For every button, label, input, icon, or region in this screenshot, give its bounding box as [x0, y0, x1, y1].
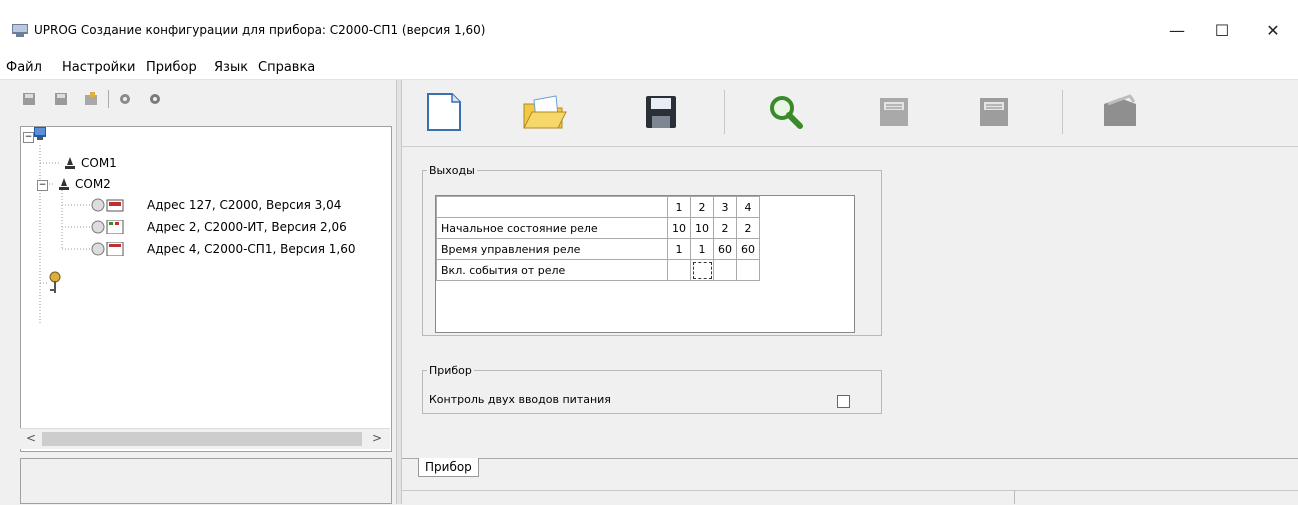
device-legend: Прибор — [429, 364, 472, 377]
gear-add-icon[interactable] — [118, 92, 132, 106]
scroll-right-arrow-icon[interactable]: > — [372, 431, 382, 445]
tree-item-com1[interactable]: COM1 — [81, 156, 117, 170]
tree-lines — [39, 145, 91, 323]
tree-item-device-127[interactable]: Адрес 127, С2000, Версия 3,04 — [147, 198, 341, 212]
table-header-row: 1 2 3 4 — [436, 196, 760, 218]
gear-remove-icon[interactable] — [148, 92, 162, 106]
key-icon — [49, 271, 61, 293]
column-header: 2 — [690, 196, 714, 218]
config-content: Выходы 1 2 3 4 Начальное состояние реле … — [408, 150, 1294, 450]
com2-expander-icon[interactable]: − — [37, 180, 48, 191]
menu-file[interactable]: Файл — [6, 60, 42, 75]
disk-icon[interactable] — [22, 92, 36, 106]
window-title: UPROG Создание конфигурации для прибора:… — [34, 23, 486, 37]
row-label: Время управления реле — [436, 238, 668, 260]
outputs-group: Выходы 1 2 3 4 Начальное состояние реле … — [422, 164, 882, 336]
search-icon[interactable] — [762, 92, 810, 132]
table-cell[interactable] — [667, 259, 691, 281]
left-panel: − COM1 − COM2 Адрес 127, С2000, Версия 3… — [0, 80, 396, 504]
new-file-icon[interactable] — [420, 92, 468, 132]
relay-table: 1 2 3 4 Начальное состояние реле 10 10 2… — [436, 196, 760, 281]
title-bar: UPROG Создание конфигурации для прибора:… — [0, 0, 1298, 57]
status-divider — [1014, 490, 1015, 504]
outputs-legend: Выходы — [429, 164, 475, 177]
firmware-icon[interactable] — [1096, 92, 1144, 132]
menu-help[interactable]: Справка — [258, 60, 315, 75]
maximize-button[interactable]: ☐ — [1199, 16, 1245, 46]
column-header: 1 — [667, 196, 691, 218]
table-row: Вкл. события от реле — [436, 259, 760, 281]
tree-item-com2[interactable]: COM2 — [75, 177, 111, 191]
corner-cell — [436, 196, 668, 218]
tree-item-device-4[interactable]: Адрес 4, С2000-СП1, Версия 1,60 — [147, 242, 355, 256]
table-cell[interactable]: 60 — [736, 238, 760, 260]
relay-grid[interactable]: 1 2 3 4 Начальное состояние реле 10 10 2… — [435, 195, 855, 333]
device-status-icon — [91, 220, 124, 234]
table-cell[interactable]: 2 — [713, 217, 737, 239]
main-toolbar — [402, 80, 1298, 147]
device-tree[interactable]: − COM1 − COM2 Адрес 127, С2000, Версия 3… — [20, 126, 392, 452]
minimize-button[interactable]: — — [1154, 16, 1200, 46]
computer-icon — [34, 127, 46, 140]
dual-power-label: Контроль двух вводов питания — [429, 393, 611, 406]
table-cell[interactable] — [736, 259, 760, 281]
left-toolbar — [0, 80, 396, 120]
status-bar — [402, 490, 1298, 505]
scroll-thumb[interactable] — [42, 432, 362, 446]
read-config-icon[interactable] — [870, 92, 918, 132]
disk-alt-icon[interactable] — [54, 92, 68, 106]
dual-power-checkbox[interactable] — [837, 395, 850, 408]
table-cell[interactable]: 2 — [736, 217, 760, 239]
save-icon[interactable] — [638, 92, 686, 132]
table-cell[interactable]: 60 — [713, 238, 737, 260]
tree-horizontal-scrollbar[interactable]: < > — [20, 428, 390, 449]
menu-settings[interactable]: Настройки — [62, 60, 135, 75]
table-cell[interactable] — [713, 259, 737, 281]
row-label: Начальное состояние реле — [436, 217, 668, 239]
write-config-icon[interactable] — [970, 92, 1018, 132]
column-header: 4 — [736, 196, 760, 218]
right-panel: Выходы 1 2 3 4 Начальное состояние реле … — [402, 80, 1298, 504]
column-header: 3 — [713, 196, 737, 218]
toolbar-separator — [1062, 90, 1063, 134]
tree-item-device-2[interactable]: Адрес 2, С2000-ИТ, Версия 2,06 — [147, 220, 347, 234]
port-icon — [59, 178, 69, 190]
device-status-icon — [91, 242, 124, 256]
open-folder-icon[interactable] — [520, 92, 568, 132]
table-cell[interactable]: 10 — [667, 217, 691, 239]
port-icon — [65, 157, 75, 169]
close-button[interactable]: ✕ — [1250, 16, 1296, 46]
toolbar-separator — [724, 90, 725, 134]
menu-bar: Файл Настройки Прибор Язык Справка — [0, 57, 1298, 80]
table-row: Время управления реле 1 1 60 60 — [436, 238, 760, 260]
table-cell[interactable]: 1 — [667, 238, 691, 260]
tab-strip: Прибор — [402, 454, 1298, 504]
scroll-left-arrow-icon[interactable]: < — [26, 431, 36, 445]
tab-baseline — [402, 458, 1298, 459]
table-row: Начальное состояние реле 10 10 2 2 — [436, 217, 760, 239]
left-status-panel — [20, 458, 392, 504]
menu-device[interactable]: Прибор — [146, 60, 197, 75]
device-status-icon — [91, 198, 124, 212]
table-cell[interactable]: 1 — [690, 238, 714, 260]
tab-device[interactable]: Прибор — [418, 458, 479, 477]
table-cell[interactable]: 10 — [690, 217, 714, 239]
table-cell-selected[interactable] — [690, 259, 714, 281]
device-group: Прибор Контроль двух вводов питания — [422, 364, 882, 414]
menu-language[interactable]: Язык — [214, 60, 248, 75]
app-icon — [12, 24, 28, 37]
toolbar-separator — [108, 90, 109, 108]
row-label: Вкл. события от реле — [436, 259, 668, 281]
properties-icon[interactable] — [84, 92, 98, 106]
